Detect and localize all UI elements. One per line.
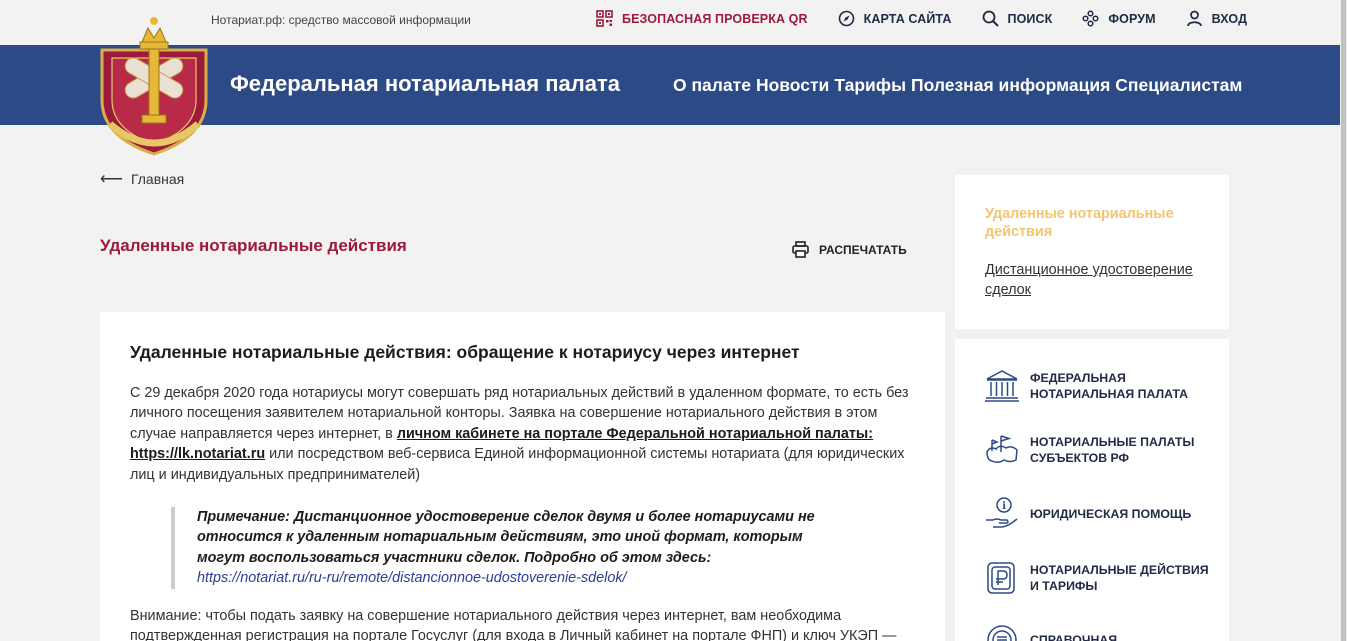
note-block: Примечание: Дистанционное удостоверение … [171,507,831,589]
search-link[interactable]: ПОИСК [982,10,1053,27]
print-label: РАСПЕЧАТАТЬ [819,242,907,257]
login-label: ВХОД [1211,11,1248,26]
ruble-document-icon [984,560,1020,596]
site-title[interactable]: Федеральная нотариальная палата [230,71,620,97]
forum-icon [1082,10,1099,27]
sidebar-item-federal-chamber[interactable]: ФЕДЕРАЛЬНАЯ НОТАРИАЛЬНАЯ ПАЛАТА [984,368,1210,404]
sidebar-navigation: ФЕДЕРАЛЬНАЯ НОТАРИАЛЬНАЯ ПАЛАТА НОТАРИАЛ… [955,339,1229,641]
note-link[interactable]: https://notariat.ru/ru-ru/remote/distanc… [197,570,627,586]
forum-link[interactable]: ФОРУМ [1082,10,1156,27]
search-icon [982,10,999,27]
sidebar-item-reference[interactable]: СПРАВОЧНАЯ [984,622,1210,641]
compass-icon [838,10,855,27]
svg-text:i: i [1002,501,1006,512]
scrollbar-thumb[interactable] [1341,0,1346,641]
map-flag-icon [984,432,1020,468]
nav-useful-info[interactable]: Полезная информация [911,75,1110,96]
sidebar-item-label: ЮРИДИЧЕСКАЯ ПОМОЩЬ [1030,507,1192,521]
nav-specialists[interactable]: Специалистам [1115,75,1242,96]
printer-icon [792,241,809,258]
article-heading: Удаленные нотариальные действия: обращен… [130,342,800,362]
back-to-home-link[interactable]: ⟵ Главная [100,169,184,189]
sidebar-item-label: СПРАВОЧНАЯ [1030,633,1118,641]
article-card: Удаленные нотариальные действия: обращен… [100,312,945,641]
section-menu-active[interactable]: Удаленные нотариальные действия [985,205,1215,241]
sidebar-item-label: ФЕДЕРАЛЬНАЯ НОТАРИАЛЬНАЯ ПАЛАТА [1030,371,1188,401]
sidebar-item-actions-tariffs[interactable]: НОТАРИАЛЬНЫЕ ДЕЙСТВИЯ И ТАРИФЫ [984,560,1210,596]
qr-check-label: БЕЗОПАСНАЯ ПРОВЕРКА QR [622,11,808,26]
attention-paragraph: Внимание: чтобы подать заявку на соверше… [130,608,897,641]
back-label: Главная [130,171,185,187]
top-links: БЕЗОПАСНАЯ ПРОВЕРКА QR КАРТА САЙТА ПОИСК… [596,10,1277,27]
arrow-left-icon: ⟵ [100,171,123,188]
sidebar-item-legal-help[interactable]: i ЮРИДИЧЕСКАЯ ПОМОЩЬ [984,496,1210,532]
sidebar-item-label: НОТАРИАЛЬНЫЕ ПАЛАТЫ СУБЪЕКТОВ РФ [1030,435,1195,465]
building-icon [984,368,1020,404]
sitemap-label: КАРТА САЙТА [863,11,952,26]
print-button[interactable]: РАСПЕЧАТАТЬ [792,241,907,258]
nav-tariffs[interactable]: Тарифы [834,75,906,96]
logo[interactable] [98,12,210,158]
note-text: Примечание: Дистанционное удостоверение … [197,509,815,566]
login-link[interactable]: ВХОД [1186,10,1247,27]
sidebar-item-label: НОТАРИАЛЬНЫЕ ДЕЙСТВИЯ И ТАРИФЫ [1030,563,1209,593]
section-menu: Удаленные нотариальные действия Дистанци… [955,175,1229,329]
sitemap-link[interactable]: КАРТА САЙТА [838,10,952,27]
nav-news[interactable]: Новости [756,75,829,96]
forum-label: ФОРУМ [1108,11,1156,26]
search-label: ПОИСК [1007,11,1053,26]
tagline: Нотариат.рф: средство массовой информаци… [211,13,471,27]
main-nav: О палате Новости Тарифы Полезная информа… [673,75,1247,96]
page-title: Удаленные нотариальные действия [100,236,407,255]
article-intro: С 29 декабря 2020 года нотариусы могут с… [130,383,920,485]
qr-check-link[interactable]: БЕЗОПАСНАЯ ПРОВЕРКА QR [596,10,808,27]
nav-about[interactable]: О палате [673,75,751,96]
user-icon [1186,10,1203,27]
reference-icon [984,622,1020,641]
section-menu-remote-deals[interactable]: Дистанционное удостоверение сделок [985,260,1215,300]
sidebar-item-regional-chambers[interactable]: НОТАРИАЛЬНЫЕ ПАЛАТЫ СУБЪЕКТОВ РФ [984,432,1210,468]
page-scrollbar[interactable] [1340,0,1347,641]
info-hand-icon: i [984,496,1020,532]
qr-icon [596,10,613,27]
